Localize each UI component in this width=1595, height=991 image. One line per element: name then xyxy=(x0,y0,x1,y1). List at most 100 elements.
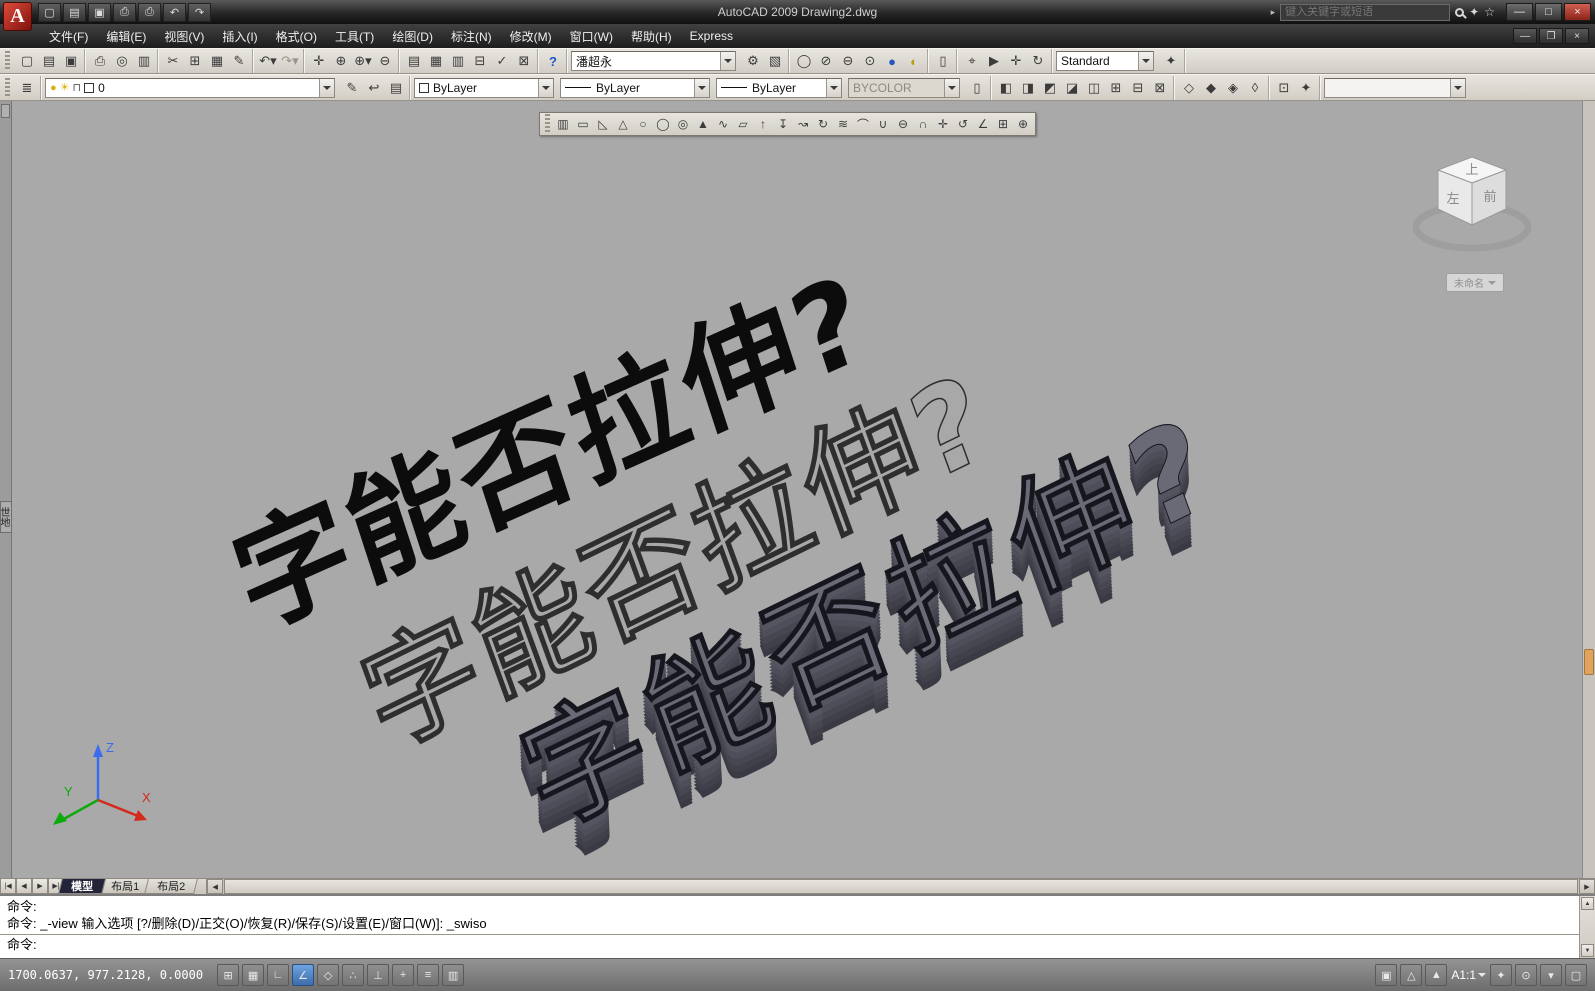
wedge-icon[interactable]: ◺ xyxy=(593,114,613,134)
layer-freeze-icon[interactable]: ☀ xyxy=(60,81,70,94)
paste-icon[interactable]: ▦ xyxy=(206,50,228,72)
dropdown-icon[interactable] xyxy=(720,52,735,70)
style-combo[interactable]: Standard xyxy=(1056,51,1154,71)
lineweight-toggle[interactable]: ≡ xyxy=(417,964,440,986)
workspace-switch-icon[interactable]: ✦ xyxy=(1490,964,1512,986)
layer-previous-icon[interactable]: ↩ xyxy=(363,77,385,99)
3d-move-icon[interactable]: ✛ xyxy=(933,114,953,134)
copy-icon[interactable]: ⊞ xyxy=(184,50,206,72)
vertical-scroll-thumb[interactable] xyxy=(1584,649,1594,675)
dropdown-icon[interactable] xyxy=(1450,78,1465,97)
steeringwheel-icon[interactable]: ⌖ xyxy=(961,50,983,72)
toolbar-grip[interactable] xyxy=(5,77,10,98)
menu-item[interactable]: Express xyxy=(681,24,742,48)
3d-orbit-icon[interactable]: ⊕ xyxy=(1013,114,1033,134)
scroll-right-icon[interactable]: ▶ xyxy=(1579,879,1595,894)
scroll-down-icon[interactable]: ▼ xyxy=(1581,944,1594,957)
presspull-icon[interactable]: ↧ xyxy=(773,114,793,134)
publish-icon[interactable]: ▥ xyxy=(133,50,155,72)
menu-item[interactable]: 窗口(W) xyxy=(561,24,622,48)
search-icon[interactable] xyxy=(1455,7,1465,17)
properties-icon[interactable]: ▤ xyxy=(403,50,425,72)
horizontal-scrollbar[interactable]: ◀ ▶ xyxy=(206,879,1595,894)
dropdown-icon[interactable] xyxy=(1138,52,1153,70)
pyramid-icon[interactable]: ▲ xyxy=(693,114,713,134)
menu-item[interactable]: 帮助(H) xyxy=(622,24,681,48)
app-maximize-icon[interactable]: □ xyxy=(1535,3,1562,21)
polysolid-icon[interactable]: ▥ xyxy=(553,114,573,134)
dropdown-icon[interactable] xyxy=(319,78,334,97)
favorites-star-icon[interactable]: ☆ xyxy=(1484,5,1495,19)
autoscale-icon[interactable]: ▲ xyxy=(1425,964,1448,986)
revolve-icon[interactable]: ↻ xyxy=(813,114,833,134)
command-window[interactable]: 命令: 命令: _-view 输入选项 [?/删除(D)/正交(O)/恢复(R)… xyxy=(0,894,1595,958)
markup-set-icon[interactable]: ✓ xyxy=(491,50,513,72)
viewport-single-icon[interactable]: ◧ xyxy=(995,77,1017,99)
menu-item[interactable]: 绘图(D) xyxy=(383,24,442,48)
clean-screen-button[interactable]: ▢ xyxy=(1565,964,1587,986)
menu-item[interactable]: 插入(I) xyxy=(213,24,266,48)
doc-restore-icon[interactable]: ❐ xyxy=(1539,28,1563,44)
menu-item[interactable]: 标注(N) xyxy=(442,24,501,48)
viewport-clip-icon[interactable]: ⊠ xyxy=(1149,77,1171,99)
command-prompt[interactable]: 命令: xyxy=(7,936,1572,953)
union-icon[interactable]: ∪ xyxy=(873,114,893,134)
extrude-icon[interactable]: ↑ xyxy=(753,114,773,134)
torus-icon[interactable]: ◎ xyxy=(673,114,693,134)
dropdown-icon[interactable] xyxy=(826,78,841,97)
autocad-logo-icon[interactable]: A xyxy=(3,2,32,31)
viewcube[interactable]: 上 左 前 xyxy=(1408,143,1540,261)
save-icon[interactable]: ▣ xyxy=(60,50,82,72)
workspace-save-icon[interactable]: ▧ xyxy=(764,50,786,72)
cut-icon[interactable]: ✂ xyxy=(162,50,184,72)
communication-center-icon[interactable]: ✦ xyxy=(1469,5,1479,19)
ortho-toggle[interactable]: ∟ xyxy=(267,964,290,986)
color-combo[interactable]: ByLayer xyxy=(414,77,554,98)
new-icon[interactable]: ▢ xyxy=(16,50,38,72)
viewcube-ucs-badge[interactable]: 未命名 xyxy=(1446,273,1504,292)
command-history[interactable]: 命令: 命令: _-view 输入选项 [?/删除(D)/正交(O)/恢复(R)… xyxy=(0,896,1579,958)
cone-icon[interactable]: △ xyxy=(613,114,633,134)
vertical-scrollbar[interactable] xyxy=(1582,101,1595,878)
horizontal-scroll-thumb[interactable] xyxy=(224,879,1578,894)
match-properties-icon[interactable]: ✎ xyxy=(228,50,250,72)
viewport-four-icon[interactable]: ◪ xyxy=(1061,77,1083,99)
viewcube-left-label[interactable]: 左 xyxy=(1446,191,1459,206)
scroll-up-icon[interactable]: ▲ xyxy=(1581,897,1594,910)
dyn-toggle[interactable]: + xyxy=(392,964,415,986)
helix-icon[interactable]: ∿ xyxy=(713,114,733,134)
orbit-icon[interactable]: ↻ xyxy=(1027,50,1049,72)
subtract-icon[interactable]: ⊖ xyxy=(893,114,913,134)
viewcube-top-label[interactable]: 上 xyxy=(1465,162,1478,177)
viewport-two-icon[interactable]: ◨ xyxy=(1017,77,1039,99)
osnap-toggle[interactable]: ◇ xyxy=(317,964,340,986)
drawing-canvas[interactable]: ▥ ▭ ◺ △ ○ ◯ ◎ ▲ ∿ ▱ ↑ ↧ ↝ ↻ ≋ ⌒ ∪ ⊖ ∩ ✛ ↺ ∠ ⊞ ⊕ 字能否拉伸? 字能否拉伸? 字… xyxy=(12,101,1582,878)
sphere-icon[interactable]: ◯ xyxy=(793,50,815,72)
help-icon[interactable]: ? xyxy=(542,50,564,72)
lineweight-combo[interactable]: ByLayer xyxy=(716,77,842,98)
otrack-toggle[interactable]: ∴ xyxy=(342,964,365,986)
workspace-tool-icon[interactable]: ✦ xyxy=(1295,77,1317,99)
sun-icon[interactable]: ◐ xyxy=(903,50,925,72)
designcenter-icon[interactable]: ▦ xyxy=(425,50,447,72)
sheetset-manager-icon[interactable]: ⊟ xyxy=(469,50,491,72)
menu-item[interactable]: 格式(O) xyxy=(267,24,326,48)
3d-rotate-icon[interactable]: ↺ xyxy=(953,114,973,134)
qat-save-icon[interactable]: ▣ xyxy=(88,2,111,22)
viewport-named-icon[interactable]: ⊟ xyxy=(1127,77,1149,99)
qat-new-icon[interactable]: ▢ xyxy=(38,2,61,22)
style-manager-icon[interactable]: ✦ xyxy=(1160,50,1182,72)
menu-item[interactable]: 编辑(E) xyxy=(97,24,155,48)
zoom-window-icon[interactable]: ⊕▾ xyxy=(352,50,374,72)
3d-align-icon[interactable]: ∠ xyxy=(973,114,993,134)
text-style-icon[interactable]: ▯ xyxy=(966,77,988,99)
doc-close-icon[interactable]: × xyxy=(1565,28,1589,44)
next-tab-icon[interactable]: ▶ xyxy=(32,879,48,894)
qat-redo-icon[interactable]: ↷ xyxy=(188,2,211,22)
transparency-icon[interactable]: ◊ xyxy=(1244,77,1266,99)
planar-mapping-icon[interactable]: ⊖ xyxy=(837,50,859,72)
sheet-icon[interactable]: ▯ xyxy=(932,50,954,72)
status-menu-icon[interactable]: ▾ xyxy=(1540,964,1562,986)
undo-icon[interactable]: ↶▾ xyxy=(257,50,279,72)
light-icon[interactable]: ⊙ xyxy=(859,50,881,72)
